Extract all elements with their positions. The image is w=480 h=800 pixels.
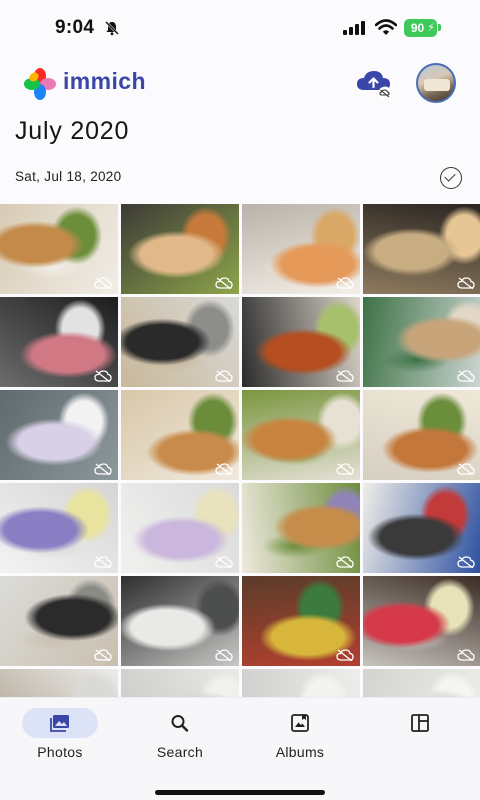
battery-icon: 90 ⚡	[404, 19, 437, 37]
cloud-off-icon	[457, 649, 475, 661]
cloud-off-icon	[94, 370, 112, 382]
avatar-image	[424, 79, 450, 91]
photo-thumbnail[interactable]	[242, 390, 360, 480]
cloud-off-icon	[457, 556, 475, 568]
bell-off-icon	[105, 21, 119, 36]
albums-icon	[291, 714, 309, 732]
immich-logo[interactable]	[24, 68, 56, 100]
photo-thumbnail[interactable]	[363, 483, 480, 573]
cloud-off-icon	[94, 556, 112, 568]
nav-albums[interactable]: Albums	[255, 708, 345, 768]
photo-thumbnail[interactable]	[242, 483, 360, 573]
photo-thumbnail[interactable]	[121, 204, 239, 294]
cloud-off-icon	[457, 463, 475, 475]
cloud-off-icon	[336, 370, 354, 382]
home-indicator	[155, 790, 325, 795]
photo-thumbnail[interactable]	[121, 390, 239, 480]
photo-thumbnail[interactable]	[242, 297, 360, 387]
photo-thumbnail[interactable]	[363, 204, 480, 294]
nav-library[interactable]	[375, 708, 465, 768]
cloud-off-icon	[336, 556, 354, 568]
select-group-check-icon[interactable]	[440, 167, 462, 189]
avatar[interactable]	[416, 63, 456, 103]
photo-thumbnail[interactable]	[121, 576, 239, 666]
photo-thumbnail[interactable]	[0, 204, 118, 294]
cloud-off-icon	[94, 463, 112, 475]
library-icon	[411, 714, 429, 732]
wifi-icon	[375, 19, 397, 35]
photo-thumbnail[interactable]	[121, 483, 239, 573]
cloud-off-icon	[457, 370, 475, 382]
photo-thumbnail[interactable]	[363, 576, 480, 666]
cloud-off-icon	[336, 649, 354, 661]
cloud-off-icon	[94, 649, 112, 661]
nav-label-search: Search	[156, 744, 204, 760]
charging-icon: ⚡	[427, 22, 435, 34]
signal-icon	[343, 21, 365, 35]
photo-thumbnail[interactable]	[0, 483, 118, 573]
status-time: 9:04	[55, 17, 95, 38]
cloud-off-icon	[215, 649, 233, 661]
photo-thumbnail[interactable]	[242, 576, 360, 666]
photo-thumbnail[interactable]	[363, 390, 480, 480]
photo-grid	[0, 204, 480, 704]
search-icon	[171, 715, 189, 732]
cloud-off-icon	[457, 277, 475, 289]
app-header: immich	[0, 60, 480, 104]
nav-label-photos: Photos	[37, 744, 83, 760]
cloud-off-icon	[94, 277, 112, 289]
photo-thumbnail[interactable]	[0, 576, 118, 666]
date-label: Sat, Jul 18, 2020	[15, 169, 122, 184]
cloud-off-icon	[336, 463, 354, 475]
photos-icon	[50, 715, 69, 732]
nav-photos[interactable]: Photos	[22, 708, 112, 768]
status-bar: 9:04 90 ⚡	[0, 0, 480, 56]
cloud-off-icon	[215, 463, 233, 475]
nav-search[interactable]: Search	[135, 708, 225, 768]
battery-level: 90	[410, 21, 425, 35]
photo-thumbnail[interactable]	[242, 204, 360, 294]
app-name: immich	[63, 68, 146, 94]
cloud-off-icon	[336, 277, 354, 289]
bottom-nav: Photos Search Albums	[0, 697, 480, 800]
month-title: July 2020	[15, 117, 130, 145]
cloud-off-icon	[215, 277, 233, 289]
photo-thumbnail[interactable]	[121, 297, 239, 387]
photo-thumbnail[interactable]	[0, 390, 118, 480]
photo-thumbnail[interactable]	[363, 297, 480, 387]
battery-tip	[438, 24, 441, 31]
nav-label-albums: Albums	[275, 744, 325, 760]
photo-thumbnail[interactable]	[0, 297, 118, 387]
cloud-off-icon	[215, 556, 233, 568]
cloud-off-icon	[215, 370, 233, 382]
cloud-upload-icon[interactable]	[355, 68, 393, 100]
